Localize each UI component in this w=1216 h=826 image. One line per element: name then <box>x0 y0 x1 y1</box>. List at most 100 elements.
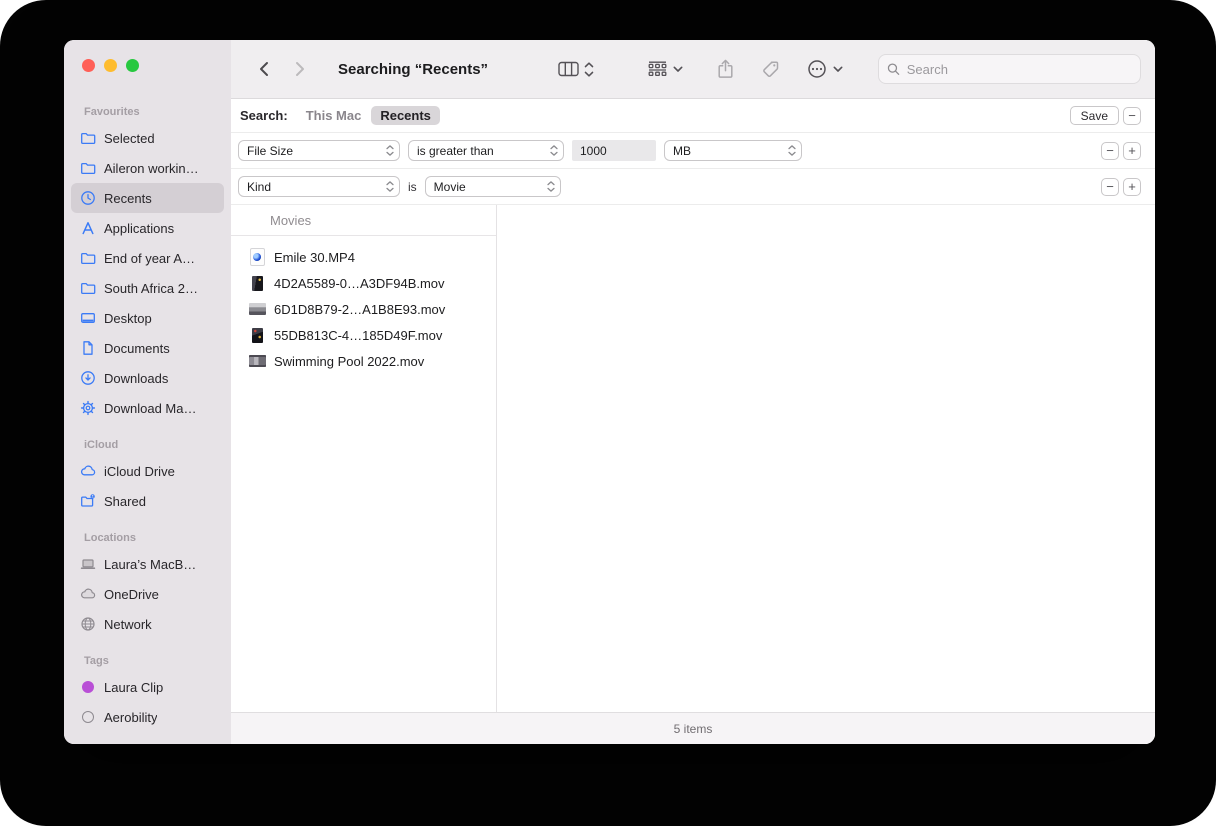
globe-icon <box>79 615 97 633</box>
sidebar-item-selected[interactable]: Selected <box>71 123 224 153</box>
sidebar-item-label: South Africa 2… <box>104 281 198 296</box>
content-area: Searching “Recents” <box>231 40 1155 744</box>
sidebar-section-favourites: Favourites <box>84 104 231 120</box>
filter-row-file-size: File Size is greater than MB − + <box>231 133 1155 169</box>
select-stepper-icon <box>547 181 555 192</box>
tags-button[interactable] <box>761 60 780 79</box>
sidebar-item-tag-laura-clip[interactable]: Laura Clip <box>71 672 224 702</box>
sidebar-item-onedrive[interactable]: OneDrive <box>71 579 224 609</box>
close-window-button[interactable] <box>82 59 95 72</box>
share-button[interactable] <box>717 59 734 79</box>
filter-operator-select[interactable]: is greater than <box>408 140 564 161</box>
chevron-down-icon <box>833 66 843 73</box>
remove-criterion-button[interactable]: − <box>1101 178 1119 196</box>
select-stepper-icon <box>788 145 796 156</box>
forward-button[interactable] <box>288 57 312 81</box>
file-name: Emile 30.MP4 <box>274 250 355 265</box>
sidebar-item-downloads[interactable]: Downloads <box>71 363 224 393</box>
preview-column <box>497 205 1155 712</box>
filter-kind-select[interactable]: Movie <box>425 176 561 197</box>
sidebar-item-label: Laura’s MacB… <box>104 557 196 572</box>
minimize-window-button[interactable] <box>104 59 117 72</box>
file-name: Swimming Pool 2022.mov <box>274 354 424 369</box>
file-row[interactable]: 6D1D8B79-2…A1B8E93.mov <box>231 296 496 322</box>
column-view-icon <box>558 61 579 77</box>
video-thumbnail-icon <box>248 300 266 318</box>
remove-criterion-button[interactable]: − <box>1101 142 1119 160</box>
video-thumbnail-icon <box>248 274 266 292</box>
more-actions-button[interactable] <box>807 59 843 79</box>
sidebar-item-documents[interactable]: Documents <box>71 333 224 363</box>
sidebar-item-network[interactable]: Network <box>71 609 224 639</box>
sidebar-item-aileron-working[interactable]: Aileron workin… <box>71 153 224 183</box>
cloud-icon <box>79 462 97 480</box>
sidebar-section-locations: Locations <box>84 530 231 546</box>
results-column: Movies Emile 30.MP4 4D2A5589-0…A3DF94B.m… <box>231 205 497 712</box>
sidebar-item-label: Shared <box>104 494 146 509</box>
sidebar-item-recents[interactable]: Recents <box>71 183 224 213</box>
back-button[interactable] <box>251 57 275 81</box>
downloads-icon <box>79 369 97 387</box>
file-row[interactable]: 4D2A5589-0…A3DF94B.mov <box>231 270 496 296</box>
filter-unit-select[interactable]: MB <box>664 140 802 161</box>
add-criterion-button[interactable]: + <box>1123 178 1141 196</box>
sidebar-item-icloud-drive[interactable]: iCloud Drive <box>71 456 224 486</box>
search-scope-bar: Search: This Mac Recents Save − <box>231 99 1155 133</box>
file-row[interactable]: Swimming Pool 2022.mov <box>231 348 496 374</box>
group-header-movies: Movies <box>231 205 496 236</box>
collapse-criteria-button[interactable]: − <box>1123 107 1141 125</box>
shared-folder-icon <box>79 492 97 510</box>
results-area: Movies Emile 30.MP4 4D2A5589-0…A3DF94B.m… <box>231 205 1155 712</box>
sidebar-item-desktop[interactable]: Desktop <box>71 303 224 333</box>
sidebar-item-lauras-macbook[interactable]: Laura’s MacB… <box>71 549 224 579</box>
scope-recents[interactable]: Recents <box>371 106 440 125</box>
view-mode-button[interactable] <box>558 61 594 77</box>
select-stepper-icon <box>386 145 394 156</box>
filter-value-input[interactable] <box>572 140 656 161</box>
file-name: 4D2A5589-0…A3DF94B.mov <box>274 276 445 291</box>
toolbar-search-field[interactable] <box>878 54 1141 84</box>
file-row[interactable]: 55DB813C-4…185D49F.mov <box>231 322 496 348</box>
gear-icon <box>79 399 97 417</box>
sidebar-item-label: End of year A… <box>104 251 195 266</box>
sidebar-item-shared[interactable]: Shared <box>71 486 224 516</box>
filter-operator-value: is greater than <box>417 144 494 158</box>
video-thumbnail-icon <box>248 326 266 344</box>
sidebar-item-tag-aerobility[interactable]: Aerobility <box>71 702 224 732</box>
chevron-down-icon <box>673 66 683 73</box>
chevron-right-icon <box>294 60 307 78</box>
ellipsis-circle-icon <box>807 59 827 79</box>
group-by-button[interactable] <box>648 61 683 77</box>
filter-connector-label: is <box>408 180 417 194</box>
folder-icon <box>79 159 97 177</box>
sidebar-item-download-manager[interactable]: Download Ma… <box>71 393 224 423</box>
sidebar-item-label: Applications <box>104 221 174 236</box>
filter-attribute-select[interactable]: Kind <box>238 176 400 197</box>
sidebar-item-applications[interactable]: Applications <box>71 213 224 243</box>
filter-attribute-select[interactable]: File Size <box>238 140 400 161</box>
sidebar-item-label: Selected <box>104 131 155 146</box>
tag-open-icon <box>79 708 97 726</box>
file-row[interactable]: Emile 30.MP4 <box>231 244 496 270</box>
search-input[interactable] <box>905 61 1132 78</box>
sidebar-section-icloud: iCloud <box>84 437 231 453</box>
window-title: Searching “Recents” <box>338 61 488 78</box>
tag-icon <box>761 60 780 79</box>
scope-this-mac[interactable]: This Mac <box>306 108 362 123</box>
filter-attribute-value: Kind <box>247 180 271 194</box>
laptop-icon <box>79 555 97 573</box>
add-criterion-button[interactable]: + <box>1123 142 1141 160</box>
group-items-icon <box>648 61 667 77</box>
sidebar-item-end-of-year[interactable]: End of year A… <box>71 243 224 273</box>
sidebar-item-south-africa[interactable]: South Africa 2… <box>71 273 224 303</box>
zoom-window-button[interactable] <box>126 59 139 72</box>
tag-purple-icon <box>79 678 97 696</box>
sidebar-item-label: Aileron workin… <box>104 161 199 176</box>
chevron-up-down-icon <box>584 62 594 77</box>
desktop-icon <box>79 309 97 327</box>
select-stepper-icon <box>386 181 394 192</box>
file-name: 6D1D8B79-2…A1B8E93.mov <box>274 302 445 317</box>
save-search-button[interactable]: Save <box>1070 106 1119 125</box>
sidebar-item-label: Recents <box>104 191 152 206</box>
cloud-gray-icon <box>79 585 97 603</box>
